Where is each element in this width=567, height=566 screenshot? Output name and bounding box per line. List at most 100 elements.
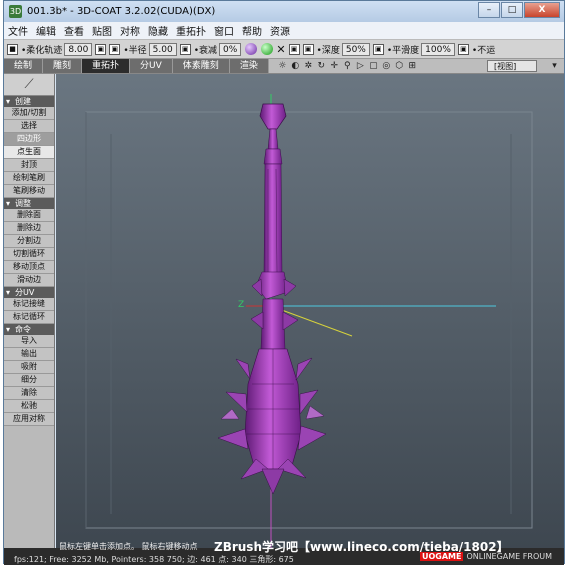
menu-window[interactable]: 窗口 <box>210 23 238 38</box>
sun-icon[interactable]: ☼ <box>277 61 288 72</box>
section-label: 命令 <box>15 325 31 334</box>
retopo-tool-panel: ⟋ ▾ 创建 添加/切割 选择 四边形 点生面 封顶 绘制笔刷 笔刷移动 ▾ 调整 … <box>4 74 55 548</box>
menu-retopo[interactable]: 重拓扑 <box>172 23 210 38</box>
tool-brush-move[interactable]: 笔刷移动 <box>4 185 54 198</box>
x-icon[interactable]: ✕ <box>276 43 285 56</box>
tool-quads[interactable]: 四边形 <box>4 133 54 146</box>
radius-field[interactable]: 5.00 <box>148 42 177 56</box>
room-tabs: 绘制 雕刻 重拓扑 分UV 体素雕刻 渲染 ☼ ◐ ✲ ↻ ✛ ⚲ ▷ ▢ ◎ … <box>4 59 564 74</box>
stats-text: fps:121; Free: 3252 Mb, Pointers: 358 75… <box>14 555 294 564</box>
section-adjust[interactable]: ▾ 调整 <box>4 198 54 209</box>
cmd-subdivide[interactable]: 细分 <box>4 374 54 387</box>
zoom-icon[interactable]: ⚲ <box>342 61 353 72</box>
lock-icon[interactable]: ▣ <box>372 43 384 55</box>
radius-label: •半径 <box>123 45 147 56</box>
tool-slide-edge[interactable]: 滑动边 <box>4 274 54 287</box>
tool-options-bar: ■ •柔化轨迹 8.00 ▣ ▣ •半径 5.00 ▣ •衰减 0% ✕ ▣ ▣… <box>4 39 564 59</box>
tool-delete-edge[interactable]: 删除边 <box>4 222 54 235</box>
section-label: 创建 <box>15 97 31 106</box>
gear-icon[interactable]: ✲ <box>303 61 314 72</box>
tab-retopo[interactable]: 重拓扑 <box>82 59 131 73</box>
tab-render[interactable]: 渲染 <box>229 59 269 73</box>
tab-paint[interactable]: 绘制 <box>4 59 44 73</box>
material-sphere-icon[interactable] <box>245 43 258 55</box>
lock-icon[interactable]: ▣ <box>288 43 300 55</box>
tool-draw-brush[interactable]: 绘制笔刷 <box>4 172 54 185</box>
more-option-label: •不运 <box>471 45 496 56</box>
cmd-relax[interactable]: 松驰 <box>4 400 54 413</box>
tool-split-edge[interactable]: 分割边 <box>4 235 54 248</box>
menu-symmetry[interactable]: 对称 <box>116 23 144 38</box>
3d-viewport[interactable]: Z <box>56 74 564 548</box>
smoothness-field[interactable]: 100% <box>421 42 455 56</box>
close-button[interactable]: X <box>524 2 560 18</box>
color-sphere-icon[interactable] <box>261 43 274 55</box>
status-bar: 鼠标左键单击添加点。 鼠标右键移动点 ZBrush学习吧【www.lineco.… <box>4 540 564 565</box>
depth-field[interactable]: 50% <box>341 42 370 56</box>
section-commands[interactable]: ▾ 命令 <box>4 324 54 335</box>
view-select[interactable]: [视图] <box>487 60 537 72</box>
cmd-import[interactable]: 导入 <box>4 335 54 348</box>
app-window: 3D 001.3b* - 3D-COAT 3.2.02(CUDA)(DX) – … <box>3 0 565 565</box>
tab-sculpt[interactable]: 雕刻 <box>43 59 83 73</box>
section-create[interactable]: ▾ 创建 <box>4 96 54 107</box>
tool-mark-seam[interactable]: 标记接缝 <box>4 298 54 311</box>
play-icon[interactable]: ▷ <box>355 61 366 72</box>
target-icon[interactable]: ◎ <box>381 61 392 72</box>
brand-logo: UOGAME ONLINEGAME FROUM <box>419 552 552 561</box>
tool-move-vertex[interactable]: 移动顶点 <box>4 261 54 274</box>
tool-select[interactable]: 选择 <box>4 120 54 133</box>
tool-add-split[interactable]: 添加/切割 <box>4 107 54 120</box>
depth-label: •深度 <box>316 45 340 56</box>
falloff-field[interactable]: 0% <box>219 42 242 56</box>
tool-cap[interactable]: 封顶 <box>4 159 54 172</box>
lock-icon[interactable]: ▣ <box>109 43 121 55</box>
section-label: 分UV <box>15 288 35 297</box>
lock-icon[interactable]: ▣ <box>95 43 107 55</box>
brush-logo-icon: ⟋ <box>4 74 54 96</box>
move-icon[interactable]: ✛ <box>329 61 340 72</box>
cube-icon[interactable]: ⬡ <box>394 61 405 72</box>
tab-voxel[interactable]: 体素雕刻 <box>172 59 230 73</box>
minimize-button[interactable]: – <box>478 2 500 18</box>
menu-texture[interactable]: 贴图 <box>88 23 116 38</box>
lock-icon[interactable]: ▣ <box>179 43 191 55</box>
tab-uv[interactable]: 分UV <box>130 59 173 73</box>
tool-cut-loop[interactable]: 切割循环 <box>4 248 54 261</box>
menu-resources[interactable]: 资源 <box>266 23 294 38</box>
cmd-export[interactable]: 输出 <box>4 348 54 361</box>
brand-red-label: UOGAME <box>419 552 464 561</box>
maximize-button[interactable]: □ <box>501 2 523 18</box>
menu-hide[interactable]: 隐藏 <box>144 23 172 38</box>
half-circle-icon[interactable]: ◐ <box>290 61 301 72</box>
window-title: 001.3b* - 3D-COAT 3.2.02(CUDA)(DX) <box>27 6 216 17</box>
mace-mesh <box>217 103 327 495</box>
viewport-canvas: Z <box>85 94 533 548</box>
chevron-down-icon[interactable]: ▾ <box>549 61 560 72</box>
falloff-label: •衰减 <box>193 45 218 56</box>
menu-bar: 文件 编辑 查看 贴图 对称 隐藏 重拓扑 窗口 帮助 资源 <box>4 22 564 39</box>
menu-file[interactable]: 文件 <box>4 23 32 38</box>
section-uv[interactable]: ▾ 分UV <box>4 287 54 298</box>
frame-icon[interactable]: ▢ <box>368 61 379 72</box>
hint-text: 鼠标左键单击添加点。 鼠标右键移动点 <box>59 542 198 551</box>
lock-icon[interactable]: ▣ <box>457 43 469 55</box>
tool-mark-loop[interactable]: 标记循环 <box>4 311 54 324</box>
tool-points-to-faces[interactable]: 点生面 <box>4 146 54 159</box>
rotate-icon[interactable]: ↻ <box>316 61 327 72</box>
smooth-stroke-field[interactable]: 8.00 <box>64 42 93 56</box>
checkbox-icon[interactable]: ■ <box>7 43 18 55</box>
menu-edit[interactable]: 编辑 <box>32 23 60 38</box>
smooth-stroke-label: •柔化轨迹 <box>21 45 63 56</box>
cmd-snap[interactable]: 吸附 <box>4 361 54 374</box>
cmd-clear[interactable]: 清除 <box>4 387 54 400</box>
menu-view[interactable]: 查看 <box>60 23 88 38</box>
smoothness-label: •平滑度 <box>386 45 420 56</box>
title-bar: 3D 001.3b* - 3D-COAT 3.2.02(CUDA)(DX) – … <box>4 1 564 22</box>
grid-icon[interactable]: ⊞ <box>407 61 418 72</box>
menu-help[interactable]: 帮助 <box>238 23 266 38</box>
z-axis-label: Z <box>238 300 244 310</box>
tool-delete-face[interactable]: 删除面 <box>4 209 54 222</box>
cmd-apply-symmetry[interactable]: 应用对称 <box>4 413 54 426</box>
lock-icon[interactable]: ▣ <box>302 43 314 55</box>
